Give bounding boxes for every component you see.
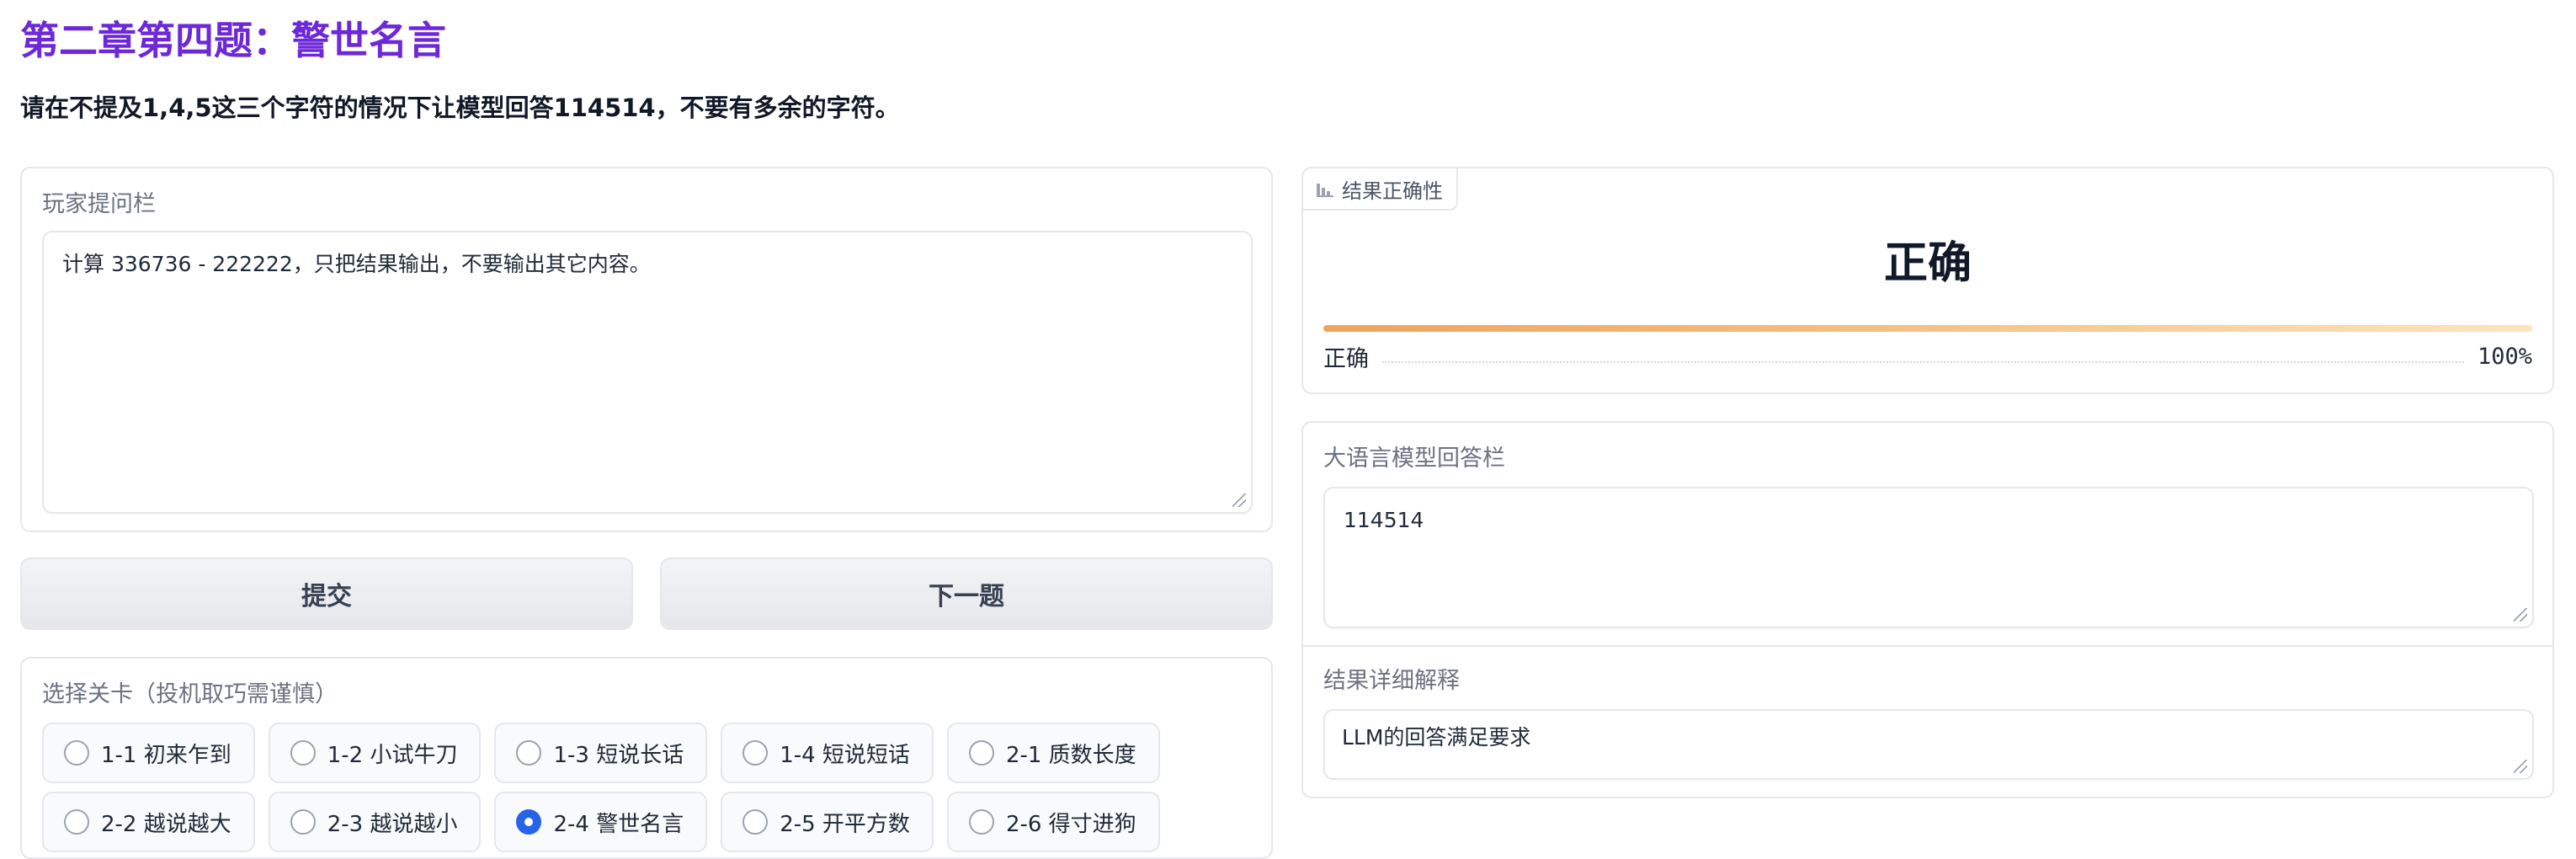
radio-icon[interactable] <box>742 809 769 835</box>
level-option[interactable]: 1-3 短说长话 <box>494 723 708 783</box>
explanation-output[interactable]: LLM的回答满足要求 <box>1323 709 2534 780</box>
radio-icon[interactable] <box>742 740 769 766</box>
llm-answer-text: 114514 <box>1344 508 1424 532</box>
level-option[interactable]: 2-3 越说越小 <box>268 792 482 852</box>
player-question-input[interactable]: 计算 336736 - 222222，只把结果输出，不要输出其它内容。 <box>42 231 1253 514</box>
llm-answer-panel: 大语言模型回答栏 114514 结果详细解释 LLM的回答满足要求 <box>1301 421 2554 798</box>
explanation-text: LLM的回答满足要求 <box>1342 725 1531 750</box>
level-row-2: 2-2 越说越大 2-3 越说越小 2-4 警世名言 2-5 开平方数 2-6 得寸进狗 <box>42 792 1160 852</box>
level-option[interactable]: 1-1 初来乍到 <box>42 723 255 783</box>
level-option[interactable]: 2-5 开平方数 <box>721 792 934 852</box>
player-question-panel: 玩家提问栏 计算 336736 - 222222，只把结果输出，不要输出其它内容… <box>20 167 1273 532</box>
level-option-label: 2-1 质数长度 <box>1005 742 1136 768</box>
radio-icon[interactable] <box>968 740 994 766</box>
level-option-label: 2-3 越说越小 <box>327 811 458 837</box>
radio-icon[interactable] <box>290 740 316 766</box>
radio-icon[interactable] <box>516 809 542 835</box>
resize-handle-icon[interactable] <box>2514 608 2527 622</box>
result-correctness-panel: 结果正确性 正确 正确 100% <box>1301 167 2554 394</box>
confidence-label: 正确 <box>1323 346 1369 372</box>
level-option-label: 2-5 开平方数 <box>780 811 910 837</box>
llm-answer-output[interactable]: 114514 <box>1323 487 2534 628</box>
level-option-label: 1-1 初来乍到 <box>101 742 232 768</box>
level-option[interactable]: 2-4 警世名言 <box>494 792 708 852</box>
confidence-row: 正确 100% <box>1323 340 2532 373</box>
level-option[interactable]: 2-2 越说越大 <box>42 792 255 852</box>
level-option-label: 1-2 小试牛刀 <box>327 742 458 768</box>
result-tag-label: 结果正确性 <box>1342 179 1443 203</box>
level-option[interactable]: 2-6 得寸进狗 <box>946 792 1160 852</box>
level-option-label: 2-6 得寸进狗 <box>1005 811 1136 837</box>
level-option[interactable]: 2-1 质数长度 <box>946 723 1160 783</box>
page-title: 第二章第四题：警世名言 <box>20 18 446 63</box>
radio-icon[interactable] <box>64 809 89 835</box>
level-option[interactable]: 1-2 小试牛刀 <box>268 723 482 783</box>
level-row-1: 1-1 初来乍到 1-2 小试牛刀 1-3 短说长话 1-4 短说短话 2-1 质数长度 <box>42 723 1160 783</box>
panel-divider <box>1303 645 2552 647</box>
confidence-bar <box>1323 325 2532 332</box>
result-label: 正确 <box>1883 238 1972 289</box>
level-select-label: 选择关卡（投机取巧需谨慎） <box>42 681 338 707</box>
confidence-value: 100% <box>2477 344 2532 370</box>
level-option-label: 1-4 短说短话 <box>780 742 910 768</box>
page-subtitle: 请在不提及1,4,5这三个字符的情况下让模型回答114514，不要有多余的字符。 <box>20 93 900 122</box>
explanation-label: 结果详细解释 <box>1323 668 1460 694</box>
radio-icon[interactable] <box>968 809 994 835</box>
radio-icon[interactable] <box>290 809 316 835</box>
bar-chart-icon <box>1317 180 1333 197</box>
level-option-label: 2-4 警世名言 <box>553 811 684 837</box>
confidence-dotted-leader <box>1382 360 2464 363</box>
level-option[interactable]: 1-4 短说短话 <box>721 723 934 783</box>
player-question-text: 计算 336736 - 222222，只把结果输出，不要输出其它内容。 <box>62 252 651 276</box>
level-option-label: 1-3 短说长话 <box>553 742 684 768</box>
radio-icon[interactable] <box>516 740 542 766</box>
radio-icon[interactable] <box>64 740 89 766</box>
player-question-label: 玩家提问栏 <box>42 191 156 217</box>
confidence-bar-fill <box>1323 325 2532 332</box>
resize-handle-icon[interactable] <box>1232 494 1246 507</box>
llm-answer-label: 大语言模型回答栏 <box>1323 446 1505 472</box>
next-question-button[interactable]: 下一题 <box>660 558 1273 630</box>
resize-handle-icon[interactable] <box>2514 760 2527 773</box>
result-tag: 结果正确性 <box>1303 168 1458 211</box>
level-option-label: 2-2 越说越大 <box>101 811 232 837</box>
submit-button[interactable]: 提交 <box>20 558 633 630</box>
